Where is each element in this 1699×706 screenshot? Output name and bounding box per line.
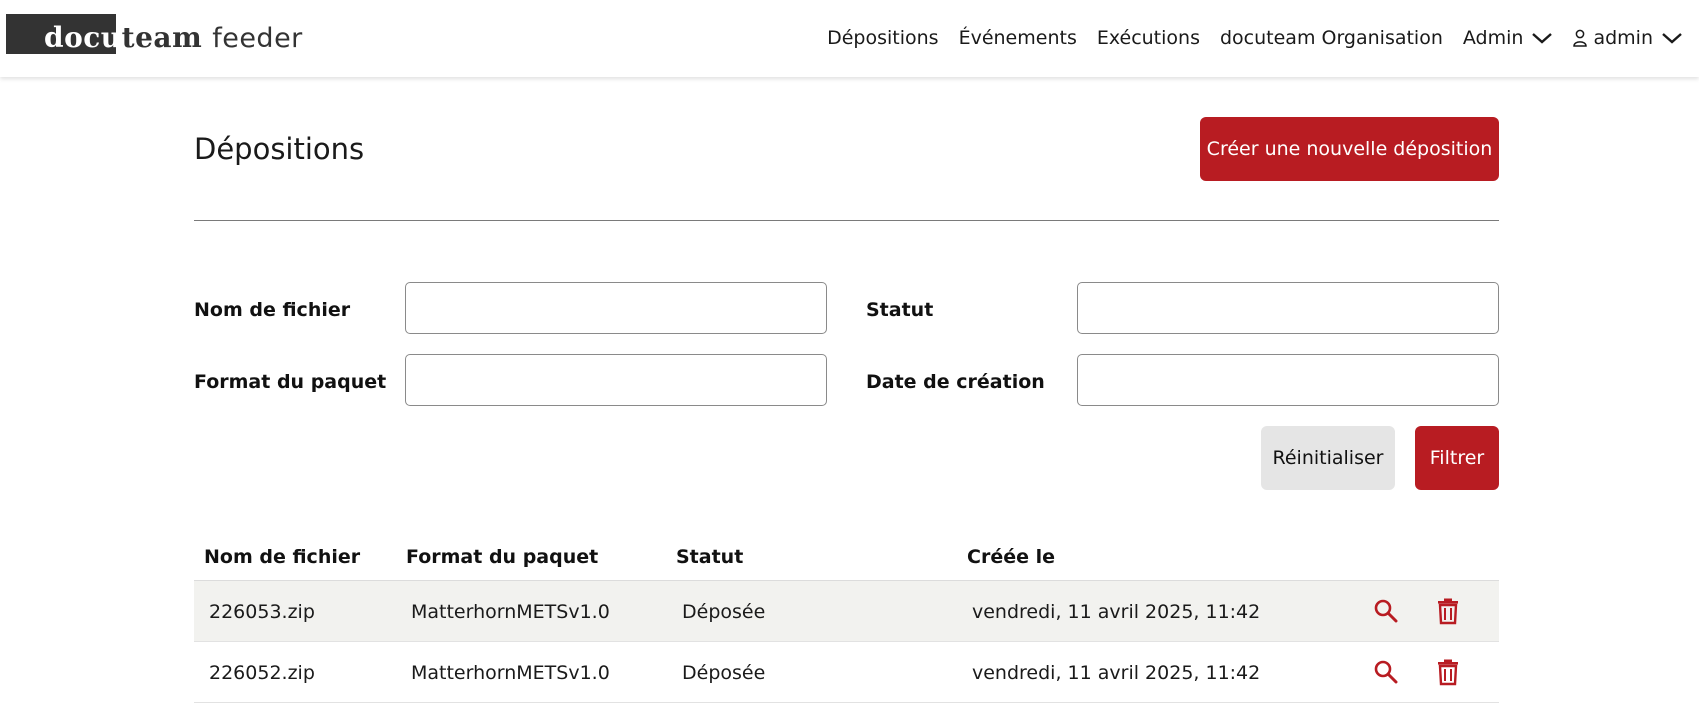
cell-format: MatterhornMETSv1.0 xyxy=(411,601,610,623)
logo-feeder-text: feeder xyxy=(212,23,303,54)
table-row: 226052.zip MatterhornMETSv1.0 Déposée ve… xyxy=(194,642,1499,703)
docuteam-feeder-logo[interactable]: docuteam feeder xyxy=(6,14,303,54)
column-header-filename[interactable]: Nom de fichier xyxy=(204,546,360,568)
nav-executions[interactable]: Exécutions xyxy=(1097,27,1200,49)
top-navbar: docuteam feeder Dépositions Événements Ex… xyxy=(0,0,1699,77)
main-nav: Dépositions Événements Exécutions docute… xyxy=(827,0,1683,75)
format-filter-label: Format du paquet xyxy=(194,371,387,393)
page-title: Dépositions xyxy=(194,132,365,166)
cell-created: vendredi, 11 avril 2025, 11:42 xyxy=(972,662,1261,684)
filename-filter-label: Nom de fichier xyxy=(194,299,351,321)
admin-menu[interactable]: Admin xyxy=(1463,27,1554,49)
logo-team-text: team xyxy=(121,21,203,54)
divider xyxy=(194,220,1499,221)
cell-status: Déposée xyxy=(682,662,766,684)
filter-button[interactable]: Filtrer xyxy=(1415,426,1499,490)
filename-filter-input[interactable] xyxy=(405,282,827,334)
search-icon[interactable] xyxy=(1372,658,1400,686)
cell-status: Déposée xyxy=(682,601,766,623)
cell-filename: 226053.zip xyxy=(209,601,315,623)
column-header-created[interactable]: Créée le xyxy=(967,546,1055,568)
depositions-table: Nom de fichier Format du paquet Statut C… xyxy=(194,538,1499,703)
format-filter-input[interactable] xyxy=(405,354,827,406)
trash-icon[interactable] xyxy=(1434,597,1462,625)
chevron-down-icon xyxy=(1662,32,1682,44)
search-icon[interactable] xyxy=(1372,597,1400,625)
chevron-down-icon xyxy=(1532,32,1553,44)
column-header-status[interactable]: Statut xyxy=(676,546,743,568)
table-row: 226053.zip MatterhornMETSv1.0 Déposée ve… xyxy=(194,581,1499,642)
column-header-format[interactable]: Format du paquet xyxy=(406,546,598,568)
nav-events[interactable]: Événements xyxy=(959,27,1077,49)
nav-depositions[interactable]: Dépositions xyxy=(827,27,938,49)
logo-docu-text: docu xyxy=(44,21,122,54)
cell-filename: 226052.zip xyxy=(209,662,315,684)
nav-organisation[interactable]: docuteam Organisation xyxy=(1220,27,1443,49)
status-filter-label: Statut xyxy=(866,299,934,321)
table-header: Nom de fichier Format du paquet Statut C… xyxy=(194,538,1499,581)
date-filter-label: Date de création xyxy=(866,371,1045,393)
admin-menu-label: Admin xyxy=(1462,26,1524,49)
user-icon xyxy=(1573,29,1588,47)
status-filter-input[interactable] xyxy=(1077,282,1499,334)
cell-created: vendredi, 11 avril 2025, 11:42 xyxy=(972,601,1261,623)
cell-format: MatterhornMETSv1.0 xyxy=(411,662,610,684)
trash-icon[interactable] xyxy=(1434,658,1462,686)
user-menu-label: admin xyxy=(1593,26,1653,49)
date-filter-input[interactable] xyxy=(1077,354,1499,406)
user-menu[interactable]: admin xyxy=(1573,27,1683,49)
reset-button[interactable]: Réinitialiser xyxy=(1261,426,1395,490)
create-deposition-button[interactable]: Créer une nouvelle déposition xyxy=(1200,117,1499,181)
